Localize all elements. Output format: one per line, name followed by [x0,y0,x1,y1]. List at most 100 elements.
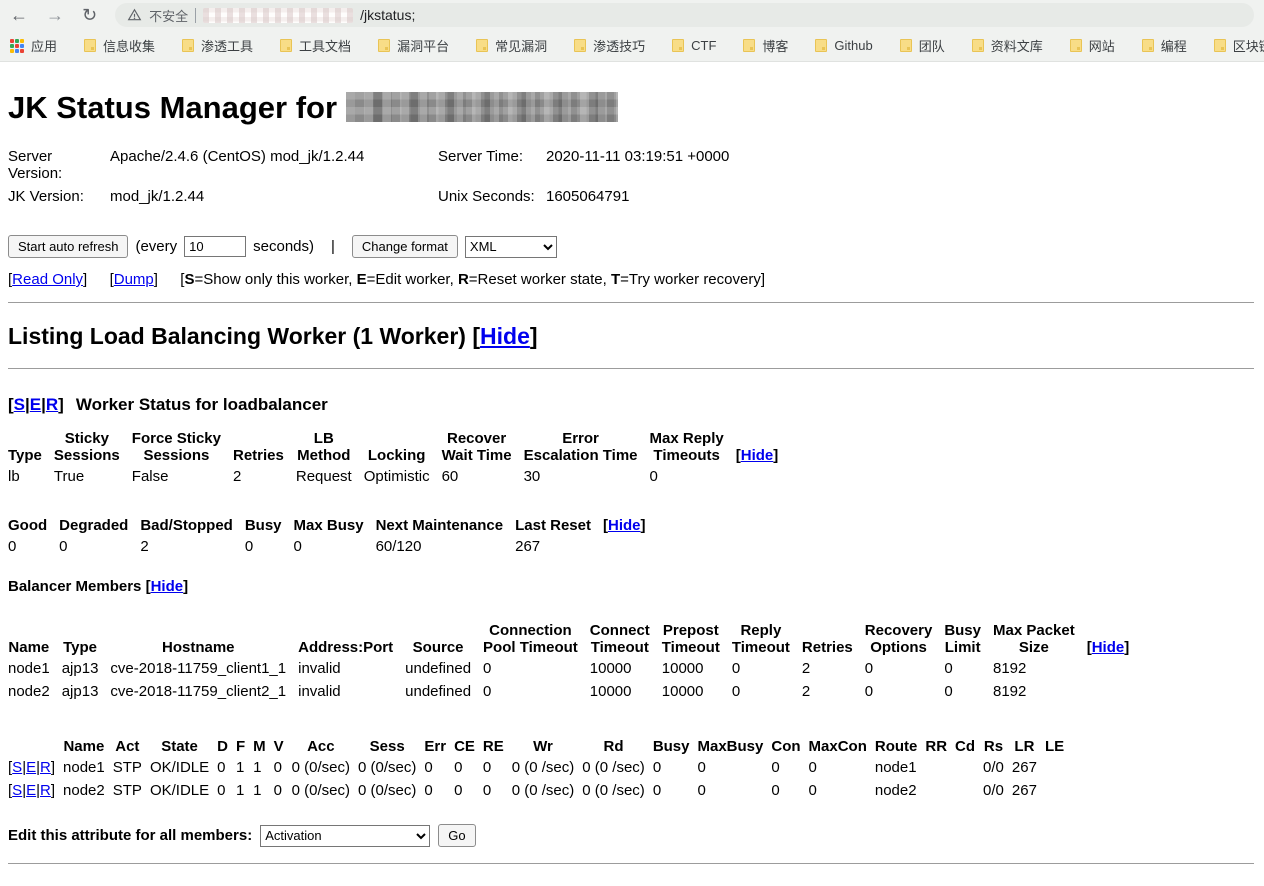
bookmark-item[interactable]: 常见漏洞 [476,36,547,55]
column-header: Rs [983,737,1012,756]
url-path: /jkstatus; [360,7,415,23]
change-format-button[interactable]: Change format [352,235,458,258]
column-header: MaxBusy [698,737,772,756]
s-action-link[interactable]: S [12,782,22,799]
cell: 0 [732,657,802,680]
edit-attribute-row: Edit this attribute for all members: Act… [8,824,1254,847]
start-auto-refresh-button[interactable]: Start auto refresh [8,235,128,258]
cell [955,756,983,779]
s-action-link[interactable]: S [14,395,25,414]
column-header: Last Reset [515,516,603,535]
hide-members-link[interactable]: Hide [151,578,184,595]
cell: 0 [217,779,236,802]
jk-version-label: JK Version: [8,188,110,205]
folder-icon [743,39,755,52]
every-prefix: (every [135,238,177,255]
cell: 8192 [993,657,1087,680]
dump-link[interactable]: Dump [114,271,154,288]
address-bar[interactable]: 不安全 /jkstatus; [115,3,1254,27]
e-action-link[interactable]: E [26,759,36,776]
cell: 0 (0 /sec) [582,779,653,802]
r-action-link[interactable]: R [40,782,51,799]
bookmark-label: 区块链 [1233,36,1264,55]
cell: invalid [298,680,405,703]
folder-icon [84,39,96,52]
cell: True [54,465,132,488]
table-row: [S|E|R]node1STPOK/IDLE01100 (0/sec)0 (0/… [8,756,1072,779]
hide-lb-worker-link[interactable]: Hide [480,323,530,349]
bookmark-item[interactable]: 编程 [1142,36,1187,55]
cell: 0 [698,756,772,779]
s-action-link[interactable]: S [12,759,22,776]
blurred-host [203,8,353,23]
read-only-bracket-close: ] [83,271,87,288]
column-header: Bad/Stopped [140,516,245,535]
server-info: Server Version: Apache/2.4.6 (CentOS) mo… [8,148,1254,205]
bookmark-item[interactable]: 区块链 [1214,36,1264,55]
server-time-label: Server Time: [438,148,546,182]
table-row: node1ajp13cve-2018-11759_client1_1invali… [8,657,1141,680]
cell: 0 [274,779,292,802]
bookmark-item[interactable]: 渗透技巧 [574,36,645,55]
attribute-select[interactable]: Activation [260,825,430,847]
hide-link[interactable]: Hide [1092,639,1125,656]
page-title: JK Status Manager for [8,90,1254,126]
go-button[interactable]: Go [438,824,475,847]
cell: 0 [698,779,772,802]
cell: 0 [653,779,698,802]
bookmark-label: 漏洞平台 [397,36,449,55]
read-only-link[interactable]: Read Only [12,271,83,288]
cell: 0 [650,465,736,488]
cell: 1 [253,779,274,802]
cell: 1 [236,756,253,779]
blurred-hostname [346,92,618,122]
cell: 0 [294,535,376,558]
column-header: Source [405,621,483,657]
column-header: Locking [364,429,442,465]
cell: 267 [515,535,603,558]
worker-actions-legend: [S=Show only this worker, E=Edit worker,… [180,271,765,288]
cell: 0 [245,535,294,558]
dump-bracket-close: ] [154,271,158,288]
e-action-link[interactable]: E [30,395,41,414]
cell: 0 [424,756,454,779]
reload-icon[interactable]: ↻ [82,6,97,24]
bookmark-item[interactable]: 漏洞平台 [378,36,449,55]
back-icon[interactable]: ← [10,6,28,24]
column-header: Name [8,621,62,657]
refresh-interval-input[interactable] [184,236,246,257]
apps-grid-icon [10,39,24,53]
bookmarks-bar: 应用 信息收集 渗透工具 工具文档 漏洞平台 常见漏洞 渗透技巧 CTF 博客 Github 团队… [0,30,1264,62]
bookmark-item[interactable]: 信息收集 [84,36,155,55]
bookmark-item[interactable]: 网站 [1070,36,1115,55]
bookmark-item[interactable]: 工具文档 [280,36,351,55]
bookmark-item[interactable]: 团队 [900,36,945,55]
cell: 0 [424,779,454,802]
apps-label: 应用 [31,36,57,55]
column-header: LE [1045,737,1072,756]
r-action-link[interactable]: R [40,759,51,776]
hide-link[interactable]: Hide [608,517,641,534]
lb-status-table: GoodDegradedBad/StoppedBusyMax BusyNext … [8,516,658,558]
cell: 0 [809,779,875,802]
column-header: Degraded [59,516,140,535]
table-row: node2ajp13cve-2018-11759_client2_1invali… [8,680,1141,703]
cell: 30 [524,465,650,488]
bookmark-item[interactable]: Github [815,38,872,53]
bookmark-item[interactable]: 博客 [743,36,788,55]
bookmark-item[interactable]: CTF [672,38,716,53]
column-header: Force Sticky Sessions [132,429,233,465]
r-action-link[interactable]: R [46,395,58,414]
server-version-label: Server Version: [8,148,110,182]
forward-icon[interactable]: → [46,6,64,24]
e-action-link[interactable]: E [26,782,36,799]
column-header: Recovery Options [865,621,945,657]
apps-button[interactable]: 应用 [10,36,57,55]
table-row: 0020060/120267 [8,535,658,558]
hide-link[interactable]: Hide [741,447,774,464]
format-select[interactable]: XML [465,236,557,258]
bookmark-item[interactable]: 渗透工具 [182,36,253,55]
bookmark-item[interactable]: 资料文库 [972,36,1043,55]
column-header: Reply Timeout [732,621,802,657]
folder-icon [972,39,984,52]
